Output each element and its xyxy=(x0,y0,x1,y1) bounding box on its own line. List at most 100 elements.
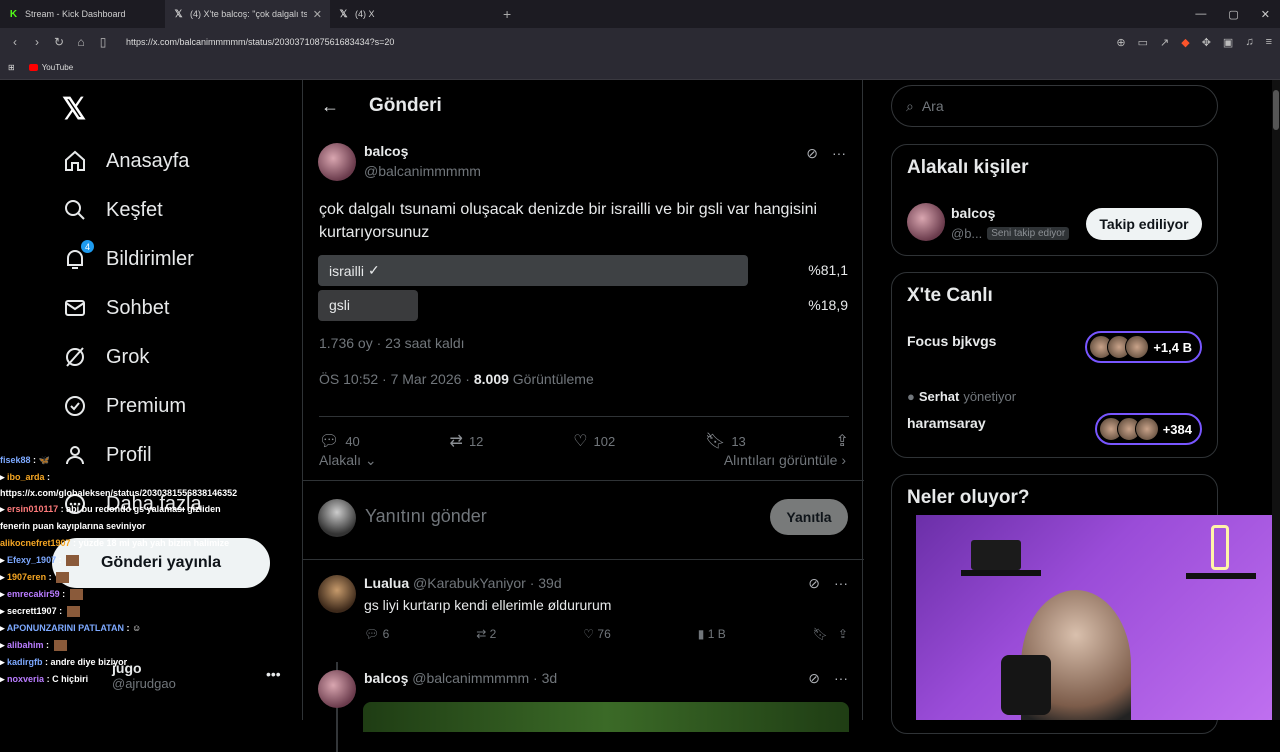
scrollbar-thumb[interactable] xyxy=(1273,90,1279,130)
nav-label: Sohbet xyxy=(106,296,170,319)
sidebar-icon[interactable]: ▣ xyxy=(1223,36,1233,49)
tab-title: (4) X xyxy=(355,9,375,19)
space-listeners[interactable]: +1,4 B xyxy=(1085,331,1202,363)
minimize-icon[interactable]: — xyxy=(1195,8,1206,20)
address-bar: ‹ › ↻ ⌂ ▯ https://x.com/balcanimmmmm/sta… xyxy=(0,28,1280,56)
share-icon: ⇪ xyxy=(837,627,848,641)
chat-message: ▸ alibahim : xyxy=(0,637,240,654)
chat-message: ▸ secrett1907 : xyxy=(0,603,240,620)
chevron-right-icon: › xyxy=(841,452,846,468)
search-input[interactable]: ⌕ Ara xyxy=(891,85,1218,127)
bookmark-icon[interactable]: ▯ xyxy=(96,35,110,49)
card-title: Neler oluyor? xyxy=(907,487,1030,508)
reply-actions: 💬︎ 6 ⇄ 2 ♡ 76 ▮ 1 B 🔖︎ ⇪ xyxy=(364,627,848,641)
more-icon[interactable]: ··· xyxy=(832,145,846,162)
poll-label: gsli xyxy=(329,297,351,313)
page-title: Gönderi xyxy=(369,95,442,116)
repost-button[interactable]: ⇄ 12 xyxy=(450,431,484,451)
grok-icon[interactable]: ⊘ xyxy=(806,145,818,162)
chat-message: ▸ kadirgfb : andre diye biziyor xyxy=(0,657,128,667)
avatar xyxy=(318,499,356,537)
nav-item-premium[interactable]: Premium xyxy=(62,393,186,419)
zoom-icon[interactable]: ⊕ xyxy=(1116,36,1125,49)
suggested-name[interactable]: balcoş xyxy=(951,205,995,221)
reply-button[interactable]: 💬︎ 40 xyxy=(319,431,360,451)
share-button[interactable]: ⇪ xyxy=(836,431,849,451)
close-tab-icon[interactable]: ✕ xyxy=(313,8,322,21)
brave-shield-icon[interactable]: ◆ xyxy=(1181,36,1189,49)
sort-dropdown[interactable]: Alakalı ⌄ xyxy=(319,452,377,469)
tab-kick-dashboard[interactable]: K Stream - Kick Dashboard xyxy=(0,0,165,28)
chat-message: fisek88 : 🦋 xyxy=(0,455,50,465)
reload-icon[interactable]: ↻ xyxy=(52,35,66,49)
nav-item-explore[interactable]: Keşfet xyxy=(62,197,163,223)
chat-message: ▸ noxveria : C hiçbiri xyxy=(0,674,89,684)
notification-badge: 4 xyxy=(81,240,94,253)
space-title[interactable]: Focus bjkvgs xyxy=(907,333,996,349)
space-title[interactable]: haramsaray xyxy=(907,415,986,431)
x-logo-icon[interactable]: 𝕏 xyxy=(62,92,86,127)
reply-icon: 💬︎ xyxy=(319,433,340,450)
shelf xyxy=(1186,573,1256,579)
following-button[interactable]: Takip ediliyor xyxy=(1086,208,1202,240)
share-icon[interactable]: ↗ xyxy=(1160,36,1169,49)
poll-option: gsli %18,9 xyxy=(318,290,848,321)
nav-item-grok[interactable]: Grok xyxy=(62,344,149,370)
nav-item-notifications[interactable]: 4 Bildirimler xyxy=(62,240,194,272)
account-more-icon[interactable]: ••• xyxy=(266,666,281,682)
bookmark-share[interactable]: 🔖︎ ⇪ xyxy=(813,627,848,641)
grok-icon[interactable]: ⊘ xyxy=(808,575,820,592)
scrollbar[interactable] xyxy=(1272,80,1280,720)
repost-icon: ⇄ xyxy=(449,433,463,450)
tab-x-home[interactable]: 𝕏 (4) X xyxy=(330,0,495,28)
share-icon: ⇪ xyxy=(835,433,849,450)
more-icon[interactable]: ··· xyxy=(834,575,848,592)
views-button[interactable]: ▮ 1 B xyxy=(698,627,726,641)
x-logo-icon: 𝕏 xyxy=(174,8,183,20)
like-button[interactable]: ♡ 102 xyxy=(573,431,615,451)
space-listeners[interactable]: +384 xyxy=(1094,413,1202,445)
main-column: ← Gönderi balcoş @balcanimmmmm ⊘ ··· çok… xyxy=(302,80,864,752)
nav-item-chat[interactable]: Sohbet xyxy=(62,295,169,321)
new-tab-icon[interactable]: + xyxy=(503,6,511,22)
tweet-author[interactable]: balcoş @balcanimmmmm xyxy=(318,143,481,181)
maximize-icon[interactable]: ▢ xyxy=(1228,8,1238,21)
menu-icon[interactable]: ≡ xyxy=(1266,36,1272,49)
media-icon[interactable]: ♫ xyxy=(1245,36,1253,49)
view-count: 8.009 xyxy=(473,371,509,387)
apps-grid-icon[interactable]: ⊞ xyxy=(8,63,15,72)
reply-submit-button[interactable]: Yanıtla xyxy=(770,499,848,535)
address-icons: ⊕ ▭ ↗ ◆ ✥ ▣ ♫ ≡ xyxy=(1116,36,1272,49)
more-icon[interactable]: ··· xyxy=(834,670,848,687)
home-icon[interactable]: ⌂ xyxy=(74,35,88,49)
reply-input[interactable]: Yanıtını gönder xyxy=(365,506,487,527)
close-window-icon[interactable]: ✕ xyxy=(1261,8,1270,21)
like-button[interactable]: ♡ 76 xyxy=(583,627,610,641)
view-quotes-link[interactable]: Alıntıları görüntüle › xyxy=(724,452,846,468)
chat-message: ▸ ersin010117 : abi bu redondo gs yalama… xyxy=(0,504,221,531)
cast-icon[interactable]: ▭ xyxy=(1138,36,1148,49)
back-icon[interactable]: ‹ xyxy=(8,35,22,49)
extensions-icon[interactable]: ✥ xyxy=(1202,36,1211,49)
nav-label: Anasayfa xyxy=(106,149,190,172)
avatar[interactable] xyxy=(907,203,945,241)
avatar[interactable] xyxy=(318,575,356,613)
card-title: X'te Canlı xyxy=(907,285,993,306)
reply-button[interactable]: 💬︎ 6 xyxy=(364,627,389,641)
avatar[interactable] xyxy=(318,143,356,181)
forward-icon[interactable]: › xyxy=(30,35,44,49)
nav-item-home[interactable]: Anasayfa xyxy=(62,148,189,174)
repost-button[interactable]: ⇄ 2 xyxy=(476,627,496,641)
host-avatar-icon: ● xyxy=(907,389,915,404)
tab-x-post[interactable]: 𝕏 (4) X'te balcoş: "çok dalgalı tsuna ✕ xyxy=(165,0,330,28)
back-arrow-icon[interactable]: ← xyxy=(321,96,339,117)
bookmark-youtube[interactable]: YouTube xyxy=(28,63,73,72)
media-preview[interactable] xyxy=(363,702,849,732)
bookmark-button[interactable]: 🔖︎ 13 xyxy=(705,431,746,451)
grok-icon[interactable]: ⊘ xyxy=(808,670,820,687)
url-field[interactable]: https://x.com/balcanimmmmm/status/203037… xyxy=(126,37,1108,47)
chat-emote-icon xyxy=(66,555,80,567)
avatar[interactable] xyxy=(318,670,356,708)
search-placeholder: Ara xyxy=(921,98,944,114)
chat-emote-icon: 🦋 xyxy=(38,455,50,465)
